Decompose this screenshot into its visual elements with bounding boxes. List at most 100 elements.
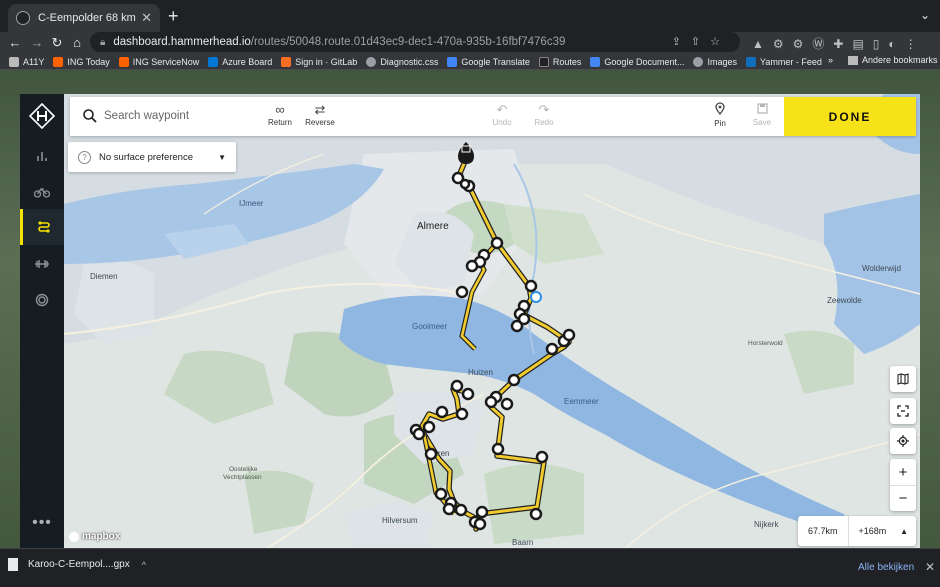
url-path: /routes/50048.route.01d43ec9-dec1-470a-9… [250, 36, 566, 48]
yammer-icon [745, 56, 756, 67]
bookmark-yammer[interactable]: Yammer - Feed [745, 56, 822, 67]
browser-tab-bar: C-Eempolder 68 km ✕ + ⌄ [0, 0, 940, 32]
url-host: dashboard.hammerhead.io [113, 36, 251, 48]
home-icon[interactable]: ⌂ [68, 32, 86, 54]
workouts-icon[interactable] [20, 246, 64, 282]
map-label-hilversum: Hilversum [382, 516, 418, 525]
bookmark-ing-today[interactable]: ING Today [53, 56, 110, 67]
hammerhead-icon [538, 56, 549, 67]
floppy-disk-icon [742, 102, 782, 118]
map-label-baarn: Baarn [512, 538, 534, 547]
dropdown-caret-icon: ▼ [218, 152, 226, 162]
bookmark-routes[interactable]: Routes [538, 56, 581, 67]
help-circle-icon[interactable]: ? [78, 150, 91, 164]
omnibox-action-icons[interactable]: ⇪⇧☆ [672, 35, 730, 48]
locate-me-icon[interactable] [890, 428, 916, 454]
page-content: ••• IJmeer Almere Diemen Gooimeer Huizen… [0, 70, 940, 548]
bookmarks-overflow-button[interactable]: » [828, 55, 833, 65]
routes-icon[interactable] [20, 209, 64, 245]
fit-route-icon[interactable] [890, 398, 916, 424]
extension-icons[interactable]: ▲⚙⚙Ⓦ✚▤▯◐⋮ [752, 35, 926, 52]
undo-button[interactable]: ↶ Undo [482, 102, 522, 132]
bookmark-google-docs[interactable]: Google Document... [590, 56, 684, 67]
globe-icon [366, 56, 377, 67]
more-menu-icon[interactable]: ••• [20, 514, 64, 532]
bookmark-gitlab[interactable]: Sign in · GitLab [281, 56, 357, 67]
bookmark-ing-servicenow[interactable]: ING ServiceNow [118, 56, 199, 67]
map-label-wolderwijd: Wolderwijd [862, 264, 901, 273]
docs-icon [590, 56, 601, 67]
folder-icon [9, 56, 19, 67]
route-distance: 67.7km [808, 526, 838, 536]
sidebar: ••• [20, 94, 64, 548]
mapbox-logo-icon [69, 531, 79, 542]
new-tab-button[interactable]: + [168, 6, 179, 27]
map-label-diemen: Diemen [90, 272, 118, 281]
bookmark-google-translate[interactable]: Google Translate [447, 56, 530, 67]
bike-icon[interactable] [20, 174, 64, 210]
map-label-gooimeer: Gooimeer [412, 322, 448, 331]
hammerhead-favicon-icon [16, 11, 30, 25]
bookmark-azure-board[interactable]: Azure Board [208, 56, 272, 67]
save-button[interactable]: Save [742, 102, 782, 132]
map-label-laren: Laren [429, 449, 450, 458]
route-stats[interactable]: 67.7km +168m ▲ [798, 516, 916, 546]
progress-ring-icon[interactable] [20, 282, 64, 318]
route-toolbar: ∞ Return ⇄ Reverse ↶ Undo ↷ Redo Pin [70, 97, 916, 136]
map-pin-icon [700, 102, 740, 119]
folder-icon [848, 55, 858, 65]
browser-tab[interactable]: C-Eempolder 68 km ✕ [8, 4, 160, 32]
ing-icon [118, 56, 129, 67]
show-all-downloads-link[interactable]: Alle bekijken [858, 562, 914, 573]
globe-icon [693, 56, 704, 67]
route-map[interactable]: IJmeer Almere Diemen Gooimeer Huizen Eem… [64, 94, 920, 548]
gitlab-icon [281, 56, 292, 67]
zoom-controls: + − [890, 459, 916, 511]
download-filename: Karoo-C-Eempol....gpx [28, 559, 130, 570]
reverse-button[interactable]: ⇄ Reverse [300, 102, 340, 132]
map-label-oostelijke: Oostelijke [229, 466, 258, 473]
bookmark-a11y[interactable]: A11Y [9, 56, 44, 67]
route-planner-app: ••• IJmeer Almere Diemen Gooimeer Huizen… [20, 94, 920, 548]
infinity-loop-icon: ∞ [275, 102, 285, 117]
map-label-almere: Almere [417, 221, 449, 232]
address-bar[interactable]: 🔒︎ dashboard.hammerhead.io /routes/50048… [90, 32, 740, 52]
search-icon [83, 109, 97, 123]
map-label-eemmeer: Eemmeer [564, 397, 599, 406]
surface-preference-select[interactable]: ? No surface preference ▼ [68, 142, 236, 172]
other-bookmarks[interactable]: Andere bookmarks [848, 55, 938, 65]
pin-button[interactable]: Pin [700, 102, 740, 132]
zoom-out-button[interactable]: − [890, 485, 916, 511]
bookmark-images[interactable]: Images [693, 56, 737, 67]
return-button[interactable]: ∞ Return [260, 102, 300, 132]
map-label-horsterwold: Horsterwold [748, 340, 783, 347]
reload-icon[interactable]: ↻ [48, 32, 66, 54]
done-button[interactable]: DONE [784, 97, 916, 136]
swap-arrows-icon: ⇄ [314, 102, 326, 117]
bookmark-diagnostic-css[interactable]: Diagnostic.css [366, 56, 438, 67]
file-icon [8, 558, 18, 571]
map-label-vechtplassen: Vechtplassen [223, 474, 262, 481]
ing-icon [53, 56, 64, 67]
chevron-up-icon[interactable]: ^ [142, 560, 146, 570]
map-label-huizen: Huizen [468, 368, 493, 377]
map-style-icon[interactable] [890, 366, 916, 392]
search-waypoint-input[interactable] [104, 106, 254, 126]
mapbox-attribution[interactable]: mapbox [69, 531, 120, 542]
browser-toolbar: ← → ↻ ⌂ 🔒︎ dashboard.hammerhead.io /rout… [0, 32, 940, 54]
lock-icon: 🔒︎ [100, 36, 106, 48]
analytics-icon[interactable] [20, 138, 64, 174]
downloads-bar: Karoo-C-Eempol....gpx ^ Alle bekijken ✕ [0, 548, 940, 587]
redo-button[interactable]: ↷ Redo [524, 102, 564, 132]
map-label-nijkerk: Nijkerk [754, 520, 779, 529]
close-icon[interactable]: ✕ [925, 560, 935, 574]
tab-close-icon[interactable]: ✕ [141, 10, 152, 26]
zoom-in-button[interactable]: + [890, 459, 916, 485]
surface-preference-value: No surface preference [99, 151, 193, 163]
back-arrow-icon[interactable]: ← [6, 32, 24, 54]
tab-search-icon[interactable]: ⌄ [920, 8, 930, 22]
hammerhead-logo-icon[interactable] [29, 103, 55, 129]
caret-up-icon[interactable]: ▲ [900, 527, 916, 536]
forward-arrow-icon[interactable]: → [28, 32, 46, 54]
download-item[interactable]: Karoo-C-Eempol....gpx ^ [8, 558, 146, 571]
